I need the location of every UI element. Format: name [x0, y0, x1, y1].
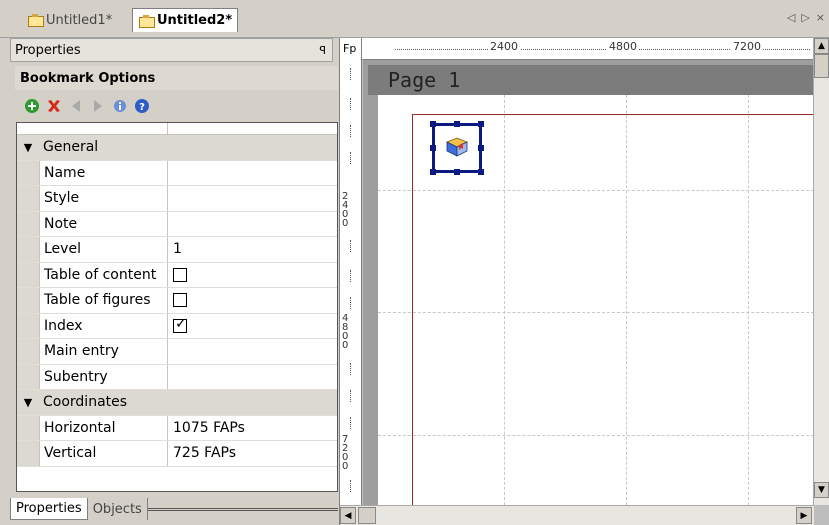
page-sheet[interactable] — [378, 95, 814, 505]
resize-handle[interactable] — [478, 145, 484, 151]
ruler-label: 7200 — [342, 434, 349, 472]
property-row-table-of-content[interactable]: Table of content — [17, 262, 337, 288]
scroll-right-button[interactable]: ▶ — [796, 507, 812, 524]
delete-icon[interactable] — [45, 97, 63, 115]
property-row-level[interactable]: Level 1 — [17, 237, 337, 263]
property-value[interactable]: 1 — [167, 237, 337, 262]
group-label: General — [43, 139, 99, 156]
ruler-label: 4800 — [342, 313, 349, 351]
report-icon — [138, 14, 155, 28]
resize-handle[interactable] — [454, 121, 460, 127]
move-left-icon[interactable] — [67, 97, 85, 115]
tab-objects[interactable]: Objects — [87, 498, 148, 520]
index-checkbox[interactable] — [173, 316, 187, 333]
report-icon — [27, 14, 44, 27]
table-of-figures-checkbox[interactable] — [173, 293, 187, 308]
group-label: Coordinates — [43, 394, 128, 411]
scroll-thumb[interactable] — [358, 507, 376, 524]
property-row-subentry[interactable]: Subentry — [17, 364, 337, 390]
tab-label: Untitled1* — [46, 12, 113, 28]
property-value[interactable] — [167, 160, 337, 185]
document-tab-bar: Untitled1* Untitled2* ◁ ▷ × — [0, 0, 829, 38]
properties-panel: Properties ꟼ Bookmark Options ? ▼ Genera… — [10, 38, 338, 525]
pin-icon[interactable]: ꟼ — [319, 44, 326, 57]
table-of-content-checkbox[interactable] — [173, 267, 187, 282]
resize-handle[interactable] — [454, 169, 460, 175]
horizontal-scrollbar[interactable]: ◀ ▶ — [340, 505, 814, 525]
page-label: Page 1 — [388, 68, 461, 92]
resize-handle[interactable] — [430, 145, 436, 151]
panel-tab-bar: Properties Objects — [10, 497, 335, 521]
tab-close-button[interactable]: × — [816, 11, 825, 24]
panel-title-bar: Properties ꟼ — [10, 38, 333, 62]
panel-title: Properties — [15, 42, 81, 58]
property-name: Main entry — [39, 339, 167, 364]
group-coordinates[interactable]: ▼ Coordinates — [17, 390, 337, 416]
horizontal-ruler: 2400 4800 7200 — [340, 38, 814, 60]
tab-next-button[interactable]: ▷ — [801, 11, 809, 24]
property-name: Level — [39, 237, 167, 262]
scroll-down-button[interactable]: ▼ — [814, 482, 829, 498]
add-icon[interactable] — [23, 97, 41, 115]
scroll-up-button[interactable]: ▲ — [814, 38, 829, 54]
resize-handle[interactable] — [478, 169, 484, 175]
bookmark-icon — [446, 137, 468, 157]
group-general[interactable]: ▼ General — [17, 135, 337, 161]
property-name: Table of content — [39, 262, 167, 287]
bookmark-toolbar: ? — [15, 92, 338, 120]
resize-handle[interactable] — [478, 121, 484, 127]
property-value[interactable] — [167, 211, 337, 236]
property-row-name[interactable]: Name — [17, 160, 337, 186]
property-row-horizontal[interactable]: Horizontal 1075 FAPs — [17, 415, 337, 441]
collapse-icon[interactable]: ▼ — [17, 141, 39, 154]
property-row-table-of-figures[interactable]: Table of figures — [17, 288, 337, 314]
property-row-main-entry[interactable]: Main entry — [17, 339, 337, 365]
property-value[interactable]: 1075 FAPs — [167, 415, 337, 440]
property-name: Vertical — [39, 441, 167, 466]
property-name: Style — [39, 186, 167, 211]
property-row-vertical[interactable]: Vertical 725 FAPs — [17, 441, 337, 467]
property-value[interactable] — [167, 339, 337, 364]
scroll-left-button[interactable]: ◀ — [340, 507, 356, 524]
property-name: Table of figures — [39, 288, 167, 313]
page-canvas[interactable]: Page 1 — [363, 60, 814, 505]
scroll-thumb[interactable] — [814, 54, 829, 78]
property-row-style[interactable]: Style — [17, 186, 337, 212]
ruler-label: 7200 — [731, 40, 763, 53]
property-grid: ▼ General Name Style Note Level 1 Table … — [16, 122, 338, 492]
tab-label: Untitled2* — [157, 13, 233, 28]
report-designer: 2400 4800 7200 Fp 2400 4800 7200 Page 1 — [339, 38, 829, 525]
section-header: Bookmark Options — [15, 66, 338, 90]
page-header: Page 1 — [368, 65, 814, 95]
bookmark-object[interactable] — [430, 121, 484, 175]
property-value[interactable] — [167, 186, 337, 211]
resize-handle[interactable] — [430, 121, 436, 127]
info-icon[interactable] — [111, 97, 129, 115]
resize-handle[interactable] — [430, 169, 436, 175]
tab-properties[interactable]: Properties — [10, 498, 88, 520]
help-icon[interactable]: ? — [133, 97, 151, 115]
collapse-icon[interactable]: ▼ — [17, 396, 39, 409]
tab-untitled1[interactable]: Untitled1* — [22, 9, 117, 31]
move-right-icon[interactable] — [89, 97, 107, 115]
tab-navigation: ◁ ▷ × — [787, 11, 825, 24]
property-row-note[interactable]: Note — [17, 211, 337, 237]
property-name: Index — [39, 313, 167, 338]
ruler-unit[interactable]: Fp — [340, 38, 362, 60]
tab-prev-button[interactable]: ◁ — [787, 11, 795, 24]
svg-text:?: ? — [139, 102, 145, 113]
vertical-scrollbar[interactable]: ▲ ▼ — [813, 38, 829, 505]
property-name: Horizontal — [39, 415, 167, 440]
property-name: Note — [39, 211, 167, 236]
property-name: Name — [39, 160, 167, 185]
vertical-ruler: 2400 4800 7200 — [340, 60, 362, 505]
property-name: Subentry — [39, 364, 167, 389]
tab-untitled2[interactable]: Untitled2* — [132, 8, 239, 32]
property-value[interactable]: 725 FAPs — [167, 441, 337, 466]
ruler-label: 2400 — [342, 191, 349, 229]
ruler-label: 2400 — [488, 40, 520, 53]
ruler-label: 4800 — [607, 40, 639, 53]
property-row-index[interactable]: Index — [17, 313, 337, 339]
property-value[interactable] — [167, 364, 337, 389]
